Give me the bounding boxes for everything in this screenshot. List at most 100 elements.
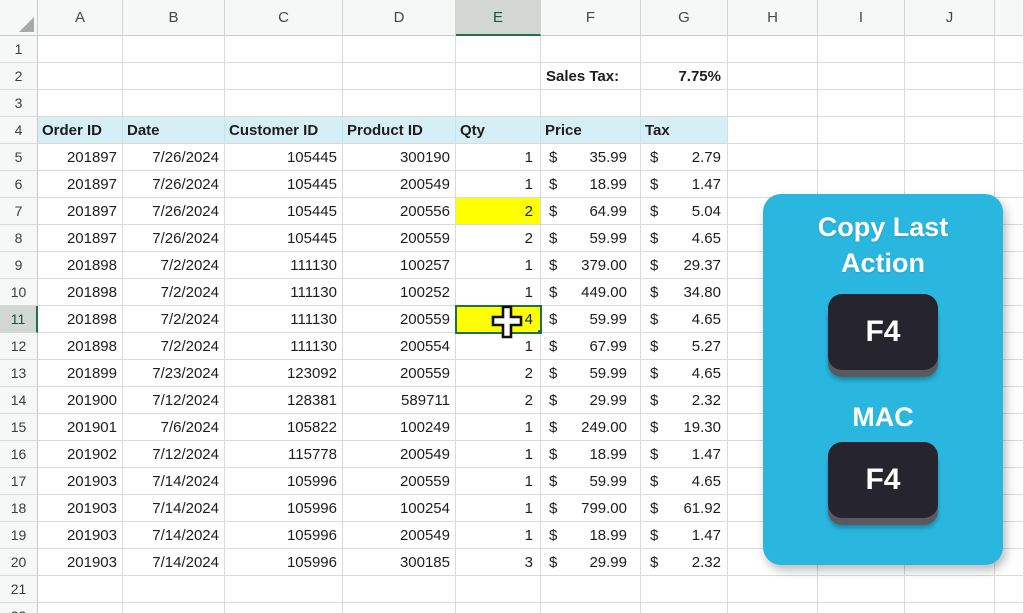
cell-B16[interactable]: 7/12/2024 <box>123 441 225 468</box>
cell-G8[interactable]: $4.65 <box>641 225 728 252</box>
cell-C11[interactable]: 111130 <box>225 306 343 333</box>
cell-E14[interactable]: 2 <box>456 387 541 414</box>
cell-stub4[interactable] <box>995 117 1024 144</box>
cell-B1[interactable] <box>123 36 225 63</box>
cell-D16[interactable]: 200549 <box>343 441 456 468</box>
cell-H1[interactable] <box>728 36 818 63</box>
cell-F3[interactable] <box>541 90 641 117</box>
cell-B5[interactable]: 7/26/2024 <box>123 144 225 171</box>
row-header-15[interactable]: 15 <box>0 414 38 441</box>
cell-F16[interactable]: $18.99 <box>541 441 641 468</box>
cell-J2[interactable] <box>905 63 995 90</box>
select-all-corner[interactable] <box>0 0 38 36</box>
column-header-H[interactable]: H <box>728 0 818 36</box>
row-header-17[interactable]: 17 <box>0 468 38 495</box>
cell-A10[interactable]: 201898 <box>38 279 123 306</box>
cell-D14[interactable]: 589711 <box>343 387 456 414</box>
cell-A21[interactable] <box>38 576 123 603</box>
cell-E13[interactable]: 2 <box>456 360 541 387</box>
cell-A20[interactable]: 201903 <box>38 549 123 576</box>
cell-D17[interactable]: 200559 <box>343 468 456 495</box>
cell-B10[interactable]: 7/2/2024 <box>123 279 225 306</box>
cell-E18[interactable]: 1 <box>456 495 541 522</box>
cell-A6[interactable]: 201897 <box>38 171 123 198</box>
cell-H3[interactable] <box>728 90 818 117</box>
cell-A16[interactable]: 201902 <box>38 441 123 468</box>
cell-C8[interactable]: 105445 <box>225 225 343 252</box>
cell-G21[interactable] <box>641 576 728 603</box>
cell-G18[interactable]: $61.92 <box>641 495 728 522</box>
cell-D7[interactable]: 200556 <box>343 198 456 225</box>
cell-B12[interactable]: 7/2/2024 <box>123 333 225 360</box>
cell-J22[interactable] <box>905 603 995 613</box>
column-header-F[interactable]: F <box>541 0 641 36</box>
cell-D11[interactable]: 200559 <box>343 306 456 333</box>
cell-stub2[interactable] <box>995 63 1024 90</box>
cell-B11[interactable]: 7/2/2024 <box>123 306 225 333</box>
cell-G3[interactable] <box>641 90 728 117</box>
column-header-J[interactable]: J <box>905 0 995 36</box>
cell-F8[interactable]: $59.99 <box>541 225 641 252</box>
row-header-3[interactable]: 3 <box>0 90 38 117</box>
cell-D19[interactable]: 200549 <box>343 522 456 549</box>
cell-A9[interactable]: 201898 <box>38 252 123 279</box>
column-header-C[interactable]: C <box>225 0 343 36</box>
cell-B3[interactable] <box>123 90 225 117</box>
cell-B6[interactable]: 7/26/2024 <box>123 171 225 198</box>
cell-C18[interactable]: 105996 <box>225 495 343 522</box>
cell-A14[interactable]: 201900 <box>38 387 123 414</box>
cell-C13[interactable]: 123092 <box>225 360 343 387</box>
cell-stub6[interactable] <box>995 171 1024 198</box>
column-header-stub[interactable] <box>995 0 1024 36</box>
cell-C10[interactable]: 111130 <box>225 279 343 306</box>
row-header-5[interactable]: 5 <box>0 144 38 171</box>
cell-G4[interactable]: Tax <box>641 117 728 144</box>
cell-H5[interactable] <box>728 144 818 171</box>
cell-J21[interactable] <box>905 576 995 603</box>
cell-C12[interactable]: 111130 <box>225 333 343 360</box>
row-header-4[interactable]: 4 <box>0 117 38 144</box>
cell-B21[interactable] <box>123 576 225 603</box>
cell-D20[interactable]: 300185 <box>343 549 456 576</box>
cell-stub22[interactable] <box>995 603 1024 613</box>
cell-A22[interactable] <box>38 603 123 613</box>
cell-E1[interactable] <box>456 36 541 63</box>
cell-E15[interactable]: 1 <box>456 414 541 441</box>
cell-G12[interactable]: $5.27 <box>641 333 728 360</box>
cell-I1[interactable] <box>818 36 905 63</box>
cell-C16[interactable]: 115778 <box>225 441 343 468</box>
cell-I4[interactable] <box>818 117 905 144</box>
cell-G15[interactable]: $19.30 <box>641 414 728 441</box>
cell-D3[interactable] <box>343 90 456 117</box>
cell-E16[interactable]: 1 <box>456 441 541 468</box>
row-header-12[interactable]: 12 <box>0 333 38 360</box>
cell-F9[interactable]: $379.00 <box>541 252 641 279</box>
column-header-D[interactable]: D <box>343 0 456 36</box>
selection-fill-handle[interactable] <box>537 329 540 332</box>
cell-F15[interactable]: $249.00 <box>541 414 641 441</box>
cell-G11[interactable]: $4.65 <box>641 306 728 333</box>
cell-G6[interactable]: $1.47 <box>641 171 728 198</box>
cell-F10[interactable]: $449.00 <box>541 279 641 306</box>
cell-A4[interactable]: Order ID <box>38 117 123 144</box>
cell-F7[interactable]: $64.99 <box>541 198 641 225</box>
row-header-21[interactable]: 21 <box>0 576 38 603</box>
cell-D15[interactable]: 100249 <box>343 414 456 441</box>
cell-D5[interactable]: 300190 <box>343 144 456 171</box>
column-header-I[interactable]: I <box>818 0 905 36</box>
cell-E17[interactable]: 1 <box>456 468 541 495</box>
column-header-E[interactable]: E <box>456 0 541 36</box>
cell-A2[interactable] <box>38 63 123 90</box>
cell-G20[interactable]: $2.32 <box>641 549 728 576</box>
cell-E4[interactable]: Qty <box>456 117 541 144</box>
cell-C22[interactable] <box>225 603 343 613</box>
cell-C14[interactable]: 128381 <box>225 387 343 414</box>
row-header-7[interactable]: 7 <box>0 198 38 225</box>
cell-E21[interactable] <box>456 576 541 603</box>
cell-D10[interactable]: 100252 <box>343 279 456 306</box>
cell-C6[interactable]: 105445 <box>225 171 343 198</box>
cell-C9[interactable]: 111130 <box>225 252 343 279</box>
cell-G7[interactable]: $5.04 <box>641 198 728 225</box>
cell-E9[interactable]: 1 <box>456 252 541 279</box>
cell-G9[interactable]: $29.37 <box>641 252 728 279</box>
